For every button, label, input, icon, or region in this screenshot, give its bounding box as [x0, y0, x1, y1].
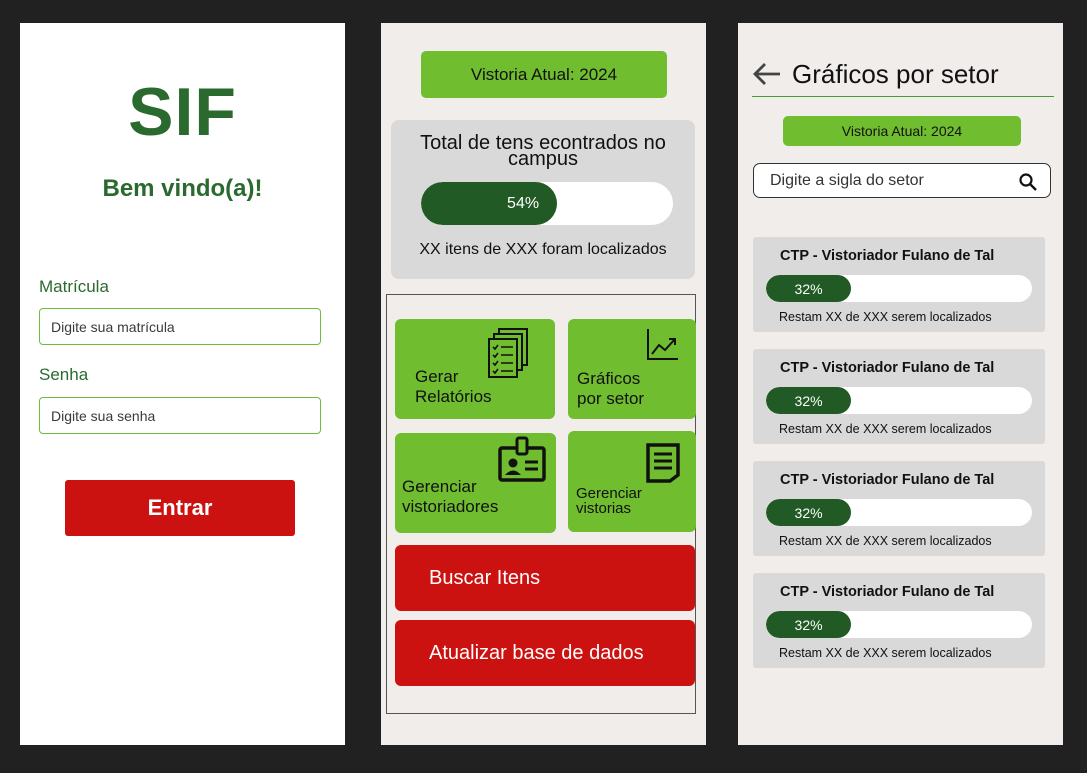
app-logo: SIF: [128, 74, 237, 150]
senha-label: Senha: [39, 365, 89, 384]
generate-reports-tile[interactable]: Gerar Relatórios: [395, 319, 555, 419]
dashboard-screen: Vistoria Atual: 2024 Total de tens econt…: [381, 23, 706, 745]
sector-progress-bar: 32%: [766, 499, 1032, 526]
senha-input[interactable]: [39, 397, 321, 434]
search-icon[interactable]: [1018, 172, 1038, 192]
page-title: Gráficos por setor: [792, 59, 999, 89]
sector-subtitle: Restam XX de XXX serem localizados: [779, 422, 992, 436]
arrow-left-icon[interactable]: [752, 61, 782, 87]
sector-charts-tile[interactable]: Gráficos por setor: [568, 319, 696, 419]
sector-progress-fill: 32%: [766, 611, 852, 638]
sector-progress-fill: 32%: [766, 387, 852, 414]
total-progress-fill: 54%: [421, 182, 558, 225]
sector-card[interactable]: CTP - Vistoriador Fulano de Tal 32% Rest…: [753, 237, 1045, 332]
total-progress-card: Total de tens econtrados no campus 54% X…: [391, 120, 695, 279]
sector-charts-screen: Gráficos por setor Vistoria Atual: 2024 …: [738, 23, 1063, 745]
manage-inspectors-tile[interactable]: Gerenciar vistoriadores: [395, 433, 556, 533]
sector-search-input[interactable]: [770, 164, 1010, 197]
sector-progress-bar: 32%: [766, 387, 1032, 414]
id-badge-icon: [498, 436, 546, 482]
sector-card[interactable]: CTP - Vistoriador Fulano de Tal 32% Rest…: [753, 573, 1045, 668]
login-button[interactable]: Entrar: [65, 480, 295, 536]
total-progress-label: 54%: [507, 194, 540, 212]
sector-subtitle: Restam XX de XXX serem localizados: [779, 310, 992, 324]
matricula-input[interactable]: [39, 308, 321, 345]
sector-card[interactable]: CTP - Vistoriador Fulano de Tal 32% Rest…: [753, 349, 1045, 444]
manage-inspectors-label: Gerenciar vistoriadores: [402, 477, 499, 516]
total-progress-subtitle: XX itens de XXX foram localizados: [419, 241, 667, 258]
sector-progress-bar: 32%: [766, 611, 1032, 638]
sector-charts-label: Gráficos por setor: [577, 369, 645, 408]
sector-subtitle: Restam XX de XXX serem localizados: [779, 534, 992, 548]
current-inspection-badge: Vistoria Atual: 2024: [783, 116, 1021, 146]
sector-progress-label: 32%: [794, 616, 823, 633]
chart-line-icon: [647, 329, 678, 360]
menu-panel: Gerar Relatórios Gráficos por setor Gere…: [386, 294, 696, 714]
sector-name: CTP - Vistoriador Fulano de Tal: [780, 248, 995, 264]
sector-progress-label: 32%: [794, 392, 823, 409]
matricula-label: Matrícula: [39, 277, 109, 296]
manage-inspections-tile[interactable]: Gerenciar vistorias: [568, 431, 696, 532]
current-inspection-badge: Vistoria Atual: 2024: [421, 51, 667, 98]
sector-card[interactable]: CTP - Vistoriador Fulano de Tal 32% Rest…: [753, 461, 1045, 556]
total-progress-title: Total de tens econtrados no campus: [420, 132, 666, 170]
sector-progress-fill: 32%: [766, 499, 852, 526]
login-screen: SIF Bem vindo(a)! Matrícula Senha Entrar: [20, 23, 345, 745]
sector-progress-label: 32%: [794, 504, 823, 521]
welcome-heading: Bem vindo(a)!: [102, 175, 263, 202]
document-list-icon: [646, 443, 680, 483]
sector-name: CTP - Vistoriador Fulano de Tal: [780, 472, 995, 488]
manage-inspections-label: Gerenciar vistorias: [576, 485, 642, 517]
sector-progress-bar: 32%: [766, 275, 1032, 302]
sector-search: [753, 163, 1051, 198]
page-header: Gráficos por setor: [752, 57, 1054, 97]
sector-name: CTP - Vistoriador Fulano de Tal: [780, 360, 995, 376]
sector-progress-label: 32%: [794, 280, 823, 297]
documents-icon: [488, 328, 528, 378]
update-database-button[interactable]: Atualizar base de dados: [395, 620, 695, 686]
sector-name: CTP - Vistoriador Fulano de Tal: [780, 584, 995, 600]
search-items-button[interactable]: Buscar Itens: [395, 545, 695, 611]
sector-subtitle: Restam XX de XXX serem localizados: [779, 646, 992, 660]
total-progress-bar: 54%: [421, 182, 673, 225]
sector-progress-fill: 32%: [766, 275, 852, 302]
generate-reports-label: Gerar Relatórios: [415, 367, 492, 406]
